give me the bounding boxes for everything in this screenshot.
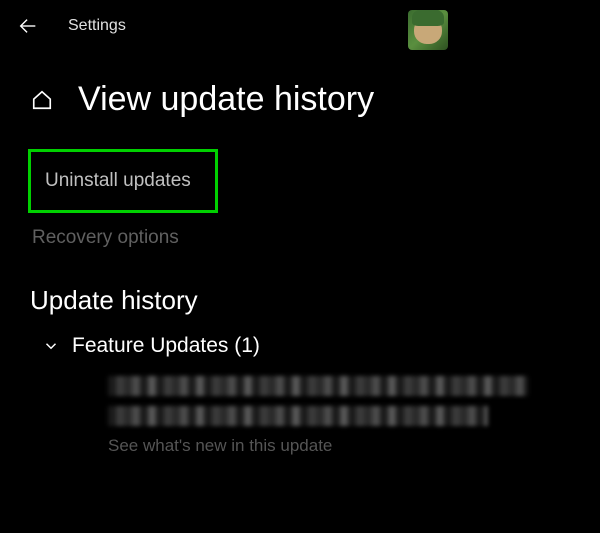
uninstall-updates-label: Uninstall updates	[45, 170, 191, 191]
blurred-text-line	[108, 376, 528, 396]
links-section: Uninstall updates Recovery options	[0, 139, 600, 249]
feature-updates-label: Feature Updates (1)	[72, 334, 260, 358]
page-title-row: View update history	[0, 52, 600, 139]
recovery-options-link[interactable]: Recovery options	[28, 213, 572, 249]
page-title: View update history	[78, 80, 374, 119]
uninstall-updates-link[interactable]: Uninstall updates	[28, 149, 218, 213]
update-history-section: Update history Feature Updates (1) See w…	[0, 249, 600, 456]
recovery-options-label: Recovery options	[32, 227, 179, 248]
chevron-down-icon	[42, 337, 60, 355]
avatar	[408, 10, 448, 50]
see-whats-new-link[interactable]: See what's new in this update	[108, 436, 570, 456]
update-details: See what's new in this update	[30, 362, 570, 456]
feature-updates-row[interactable]: Feature Updates (1)	[30, 330, 570, 362]
home-icon[interactable]	[30, 88, 54, 112]
blurred-text-line	[108, 406, 488, 426]
header-bar: Settings	[0, 0, 600, 52]
header-title: Settings	[68, 17, 126, 35]
back-arrow-icon[interactable]	[16, 14, 40, 38]
update-history-heading: Update history	[30, 285, 570, 316]
